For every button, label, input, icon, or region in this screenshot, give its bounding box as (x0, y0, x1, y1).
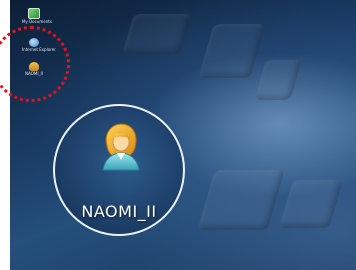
zoom-callout: NAOMI_II (53, 104, 185, 236)
wallpaper-shape (198, 24, 266, 78)
zoomed-icon-label: NAOMI_II (81, 202, 157, 221)
desktop-icon-label: My Documents (22, 19, 52, 24)
wallpaper-shape (197, 170, 285, 230)
wallpaper-shape (122, 14, 192, 54)
desktop-icon-documents[interactable]: My Documents (22, 8, 52, 24)
wallpaper-shape (279, 180, 343, 228)
user-icon (102, 123, 140, 171)
wallpaper-shape (254, 60, 302, 100)
folder-icon (28, 8, 40, 19)
